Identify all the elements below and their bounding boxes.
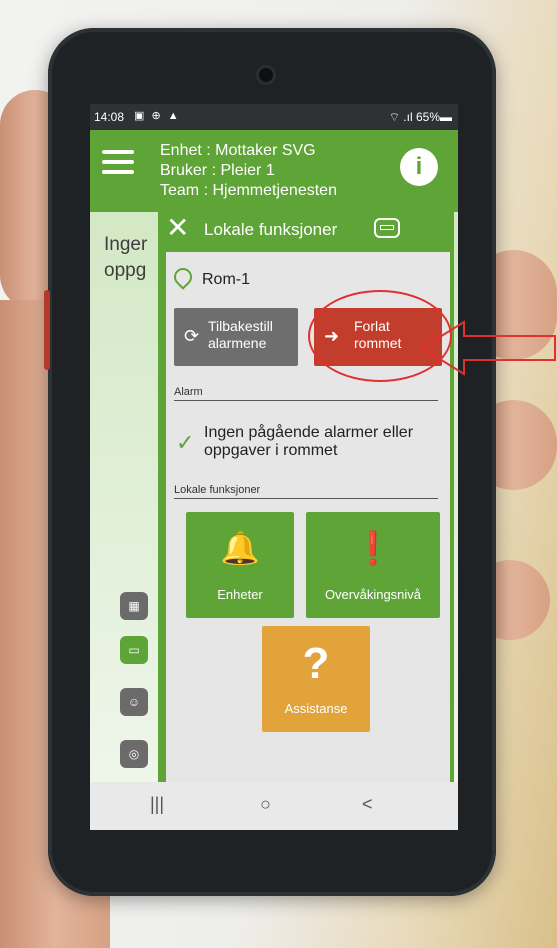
units-tile[interactable]: 🔔 Enheter — [186, 512, 294, 618]
header-unit: Enhet : Mottaker SVG — [160, 142, 316, 159]
battery-indicator: ⌔ .ıl 65%▬ — [388, 110, 452, 124]
bell-exclamation-icon: ❗ — [353, 530, 393, 566]
bed-nav-icon[interactable]: ▭ — [120, 636, 148, 664]
refresh-icon: ⟳ — [184, 326, 200, 346]
close-icon[interactable]: ✕ — [166, 214, 189, 242]
monitoring-level-tile[interactable]: ❗ Overvåkingsnivå — [306, 512, 440, 618]
phone-screen: 14:08 ▣ ⊕ ▲ ⌔ .ıl 65%▬ Enhet : Mottaker … — [90, 104, 458, 830]
question-mark-icon: ? — [302, 639, 330, 688]
room-label: Rom-1 — [170, 264, 251, 290]
local-functions-section-label: Lokale funksjoner — [174, 484, 438, 499]
alarm-section-label: Alarm — [174, 386, 438, 401]
no-alarm-text: Ingen pågående alarmer eller oppgaver i r… — [204, 424, 414, 459]
bed-icon[interactable] — [374, 218, 400, 238]
header-user: Bruker : Pleier 1 — [160, 162, 275, 179]
assistance-tile[interactable]: ? Assistanse — [262, 626, 370, 732]
check-icon: ✓ — [176, 430, 195, 455]
status-indicators: ▣ ⊕ ▲ — [134, 110, 181, 122]
background-text: Inger oppg — [104, 232, 147, 284]
bell-gear-icon: 🔔 — [220, 530, 260, 566]
annotation-arrow — [420, 320, 556, 376]
assistance-label: Assistanse — [284, 701, 348, 716]
side-button — [44, 290, 50, 370]
home-button[interactable]: ○ — [260, 794, 271, 815]
status-bar: 14:08 ▣ ⊕ ▲ ⌔ .ıl 65%▬ — [90, 104, 458, 130]
menu-icon[interactable] — [102, 150, 134, 174]
app-logo-icon[interactable]: i — [400, 148, 438, 186]
header-team: Team : Hjemmetjenesten — [160, 182, 337, 199]
front-camera — [259, 68, 273, 82]
monitoring-level-label: Overvåkingsnivå — [324, 587, 422, 602]
reset-alarms-button[interactable]: ⟳ Tilbakestill alarmene — [174, 308, 298, 366]
background-text-line: Inger — [104, 234, 148, 255]
room-name: Rom-1 — [202, 271, 251, 288]
status-time: 14:08 — [94, 110, 125, 124]
people-icon[interactable]: ☺ — [120, 688, 148, 716]
recents-button[interactable]: ||| — [150, 794, 164, 815]
location-icon[interactable]: ◎ — [120, 740, 148, 768]
qr-icon[interactable]: ▦ — [120, 592, 148, 620]
app-header: Enhet : Mottaker SVG Bruker : Pleier 1 T… — [90, 130, 458, 212]
panel-header: ✕ Lokale funksjoner — [158, 208, 454, 252]
android-nav-bar: ||| ○ < — [90, 782, 458, 830]
background-text-line: oppg — [104, 260, 147, 281]
back-button[interactable]: < — [362, 794, 373, 815]
units-tile-label: Enheter — [217, 587, 263, 602]
panel-title: Lokale funksjoner — [204, 220, 338, 239]
location-pin-icon — [170, 264, 196, 290]
reset-alarms-label: Tilbakestill alarmene — [208, 318, 273, 351]
